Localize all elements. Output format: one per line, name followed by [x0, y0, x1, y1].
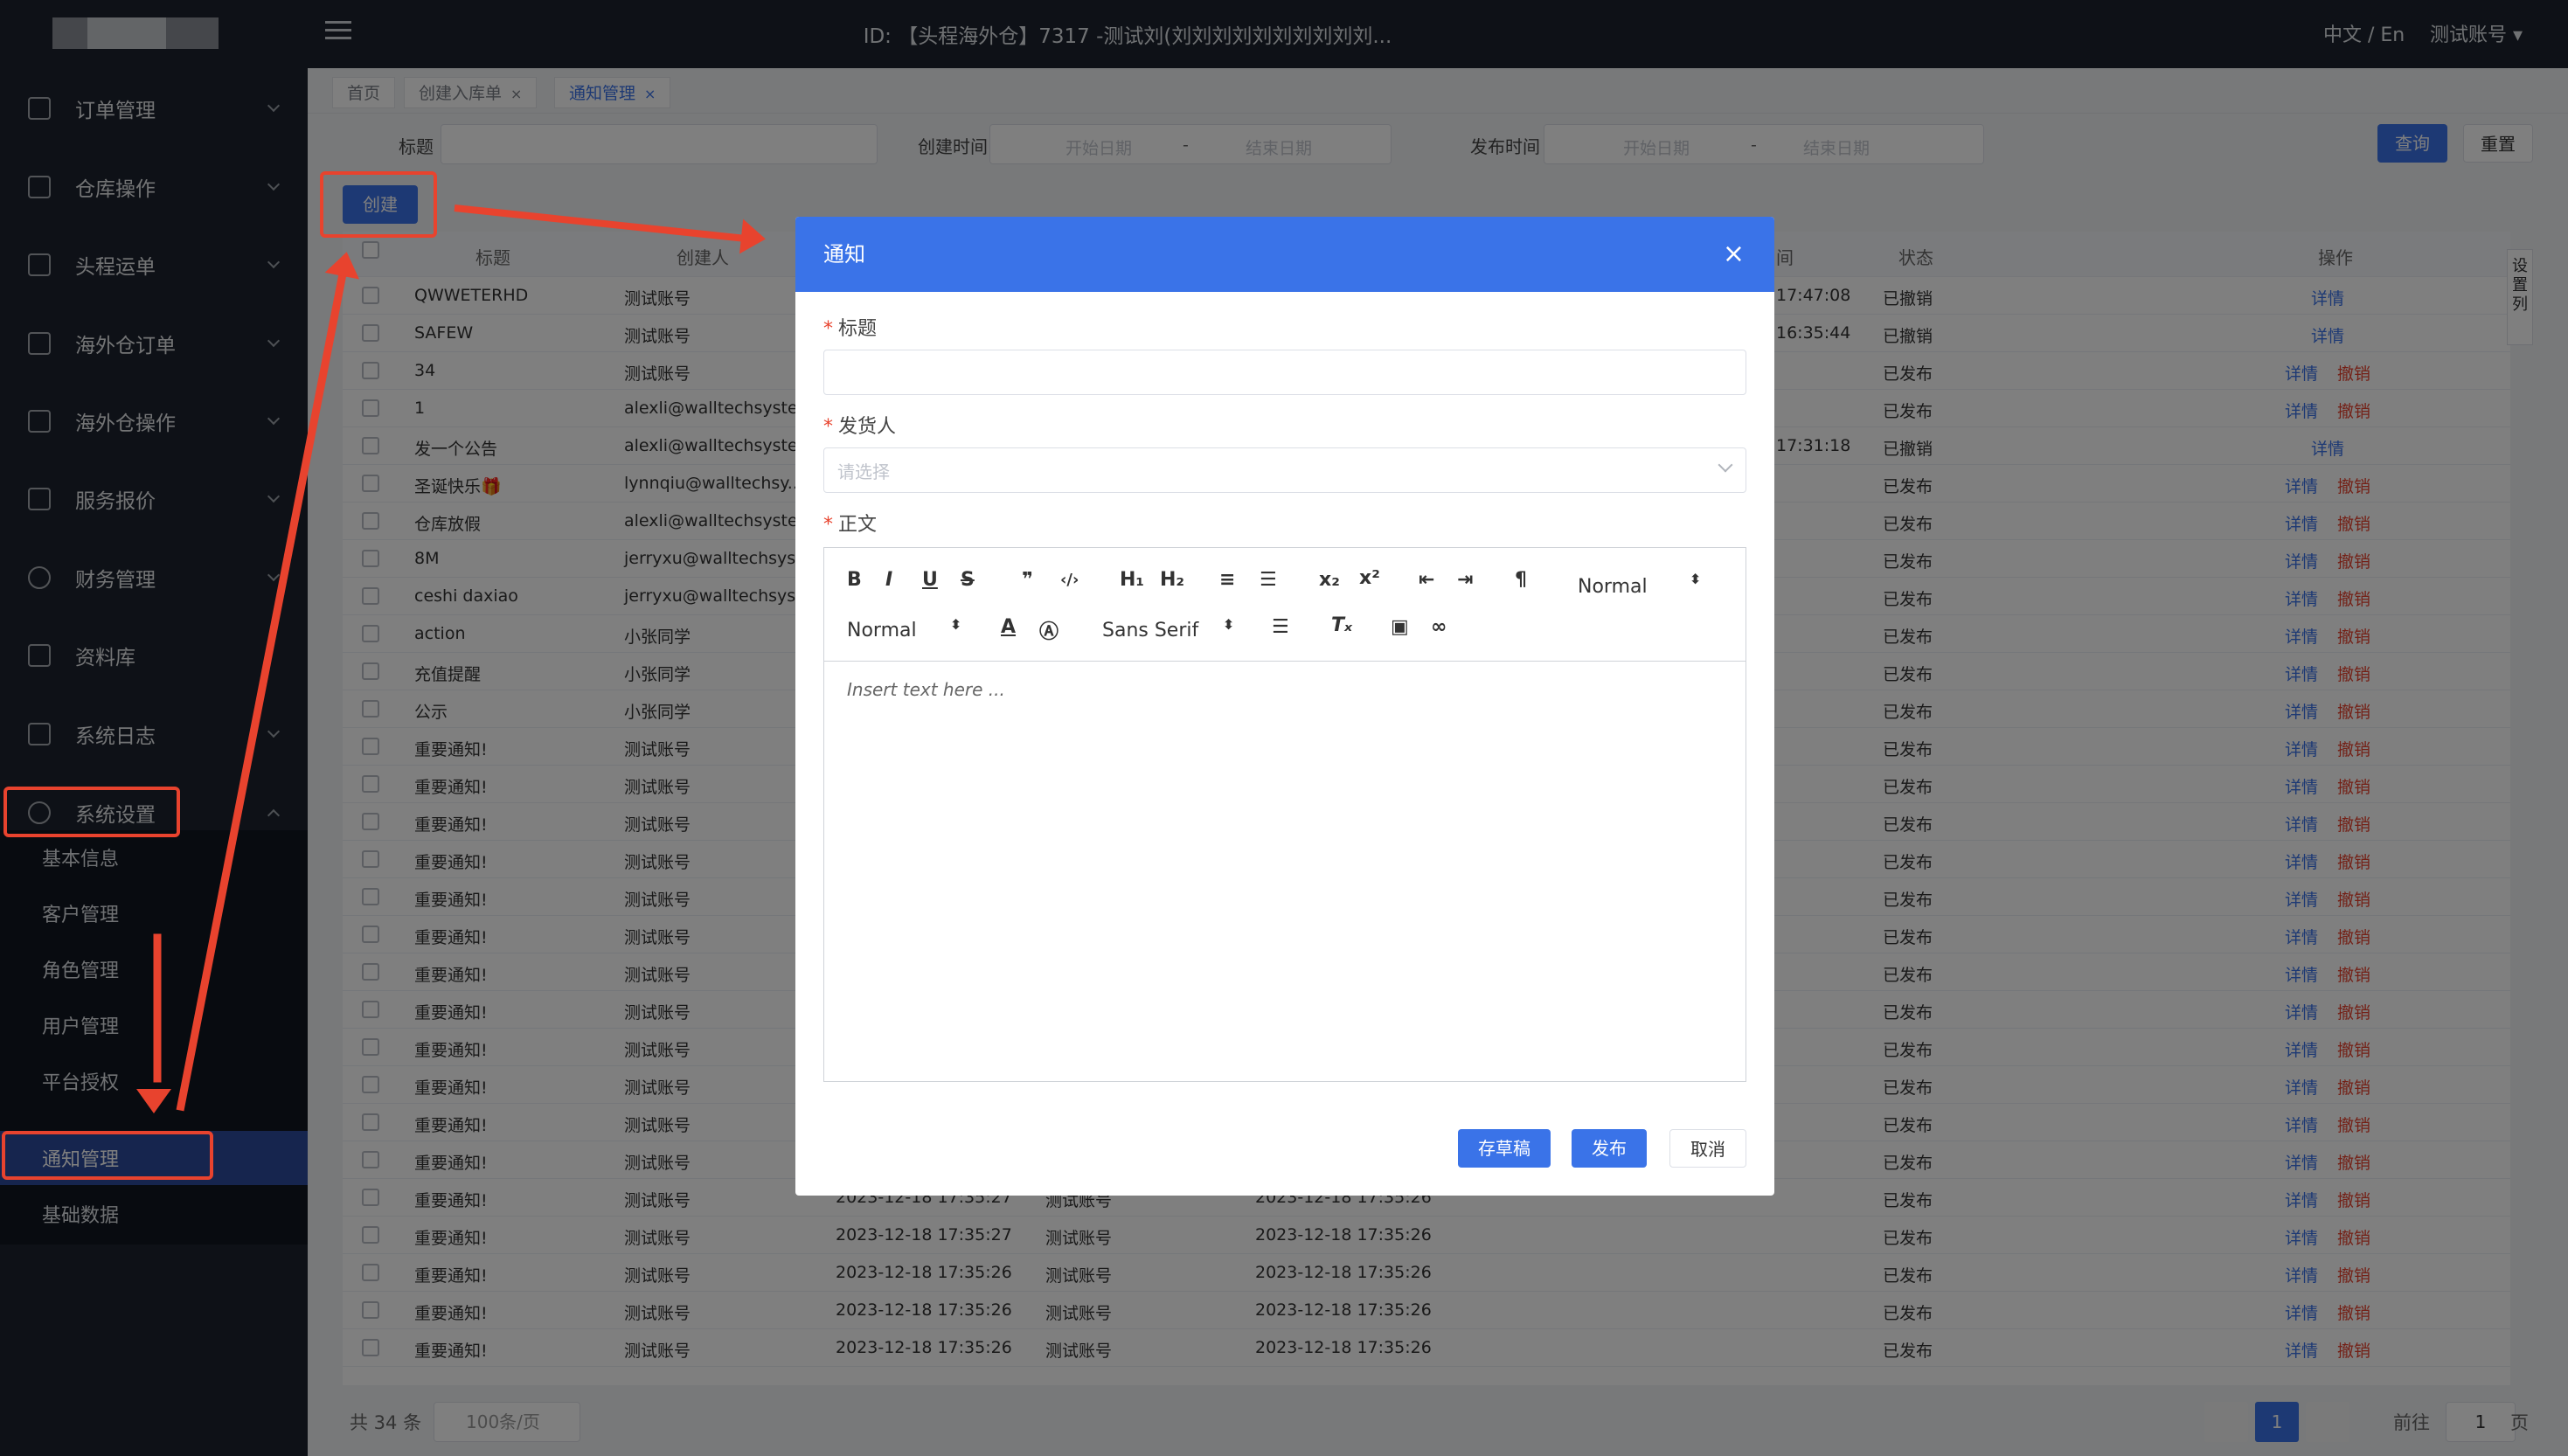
chevron-updown-icon: ⬍	[1223, 616, 1235, 633]
save-draft-button[interactable]: 存草稿	[1458, 1129, 1551, 1168]
font-color-icon[interactable]: A	[1001, 616, 1016, 638]
quote-icon[interactable]: ❞	[1022, 569, 1033, 591]
dialog-title: 通知	[823, 242, 865, 267]
image-icon[interactable]: ▣	[1391, 616, 1409, 638]
clear-format-icon[interactable]: Tₓ	[1331, 614, 1352, 636]
settings-highlight-box	[3, 787, 180, 837]
chevron-updown-icon: ⬍	[1690, 571, 1702, 587]
background-color-icon[interactable]: Ⓐ	[1039, 616, 1058, 644]
h1-icon[interactable]: H₁	[1120, 569, 1144, 591]
font-family-select[interactable]: Sans Serif	[1102, 620, 1198, 641]
direction-icon[interactable]: ¶	[1515, 569, 1527, 591]
arrow-down	[153, 933, 162, 1083]
font-size-select[interactable]: Normal	[847, 620, 917, 641]
dialog-header: 通知 ×	[795, 217, 1774, 292]
strike-icon[interactable]: S	[961, 569, 975, 591]
cancel-button[interactable]: 取消	[1669, 1129, 1746, 1168]
outdent-icon[interactable]: ⇤	[1419, 569, 1434, 591]
title-field-label: * 标题	[823, 313, 877, 341]
indent-icon[interactable]: ⇥	[1457, 569, 1473, 591]
sender-placeholder: 请选择	[837, 461, 890, 482]
sender-select[interactable]	[823, 447, 1746, 493]
bold-icon[interactable]: B	[847, 569, 862, 591]
underline-icon[interactable]: U	[922, 569, 938, 591]
body-field-label: * 正文	[823, 509, 877, 537]
label-text: 发货人	[838, 416, 897, 438]
label-text: 正文	[838, 514, 878, 536]
required-mark: *	[823, 416, 833, 438]
superscript-icon[interactable]: x²	[1359, 567, 1380, 589]
code-icon[interactable]: ‹/›	[1060, 571, 1079, 589]
sender-field-label: * 发货人	[823, 411, 896, 439]
editor-toolbar: B I U S ❞ ‹/› H₁ H₂ ≡ ☰ x₂ x² ⇤ ⇥ ¶ Norm…	[824, 548, 1746, 662]
chevron-updown-icon: ⬍	[950, 616, 962, 633]
create-highlight-box	[320, 171, 437, 238]
italic-icon[interactable]: I	[885, 569, 892, 591]
arrow-head	[136, 1089, 171, 1113]
title-input[interactable]	[823, 350, 1746, 395]
rich-text-editor: B I U S ❞ ‹/› H₁ H₂ ≡ ☰ x₂ x² ⇤ ⇥ ¶ Norm…	[823, 547, 1746, 1082]
close-icon[interactable]: ×	[1723, 217, 1745, 292]
subscript-icon[interactable]: x₂	[1319, 569, 1340, 591]
notification-dialog: 通知 × * 标题 * 发货人 请选择 * 正文 B I U S ❞ ‹/› H₁ H…	[795, 217, 1774, 1196]
link-icon[interactable]: ∞	[1431, 616, 1447, 638]
align-icon[interactable]: ☰	[1272, 616, 1289, 638]
required-mark: *	[823, 514, 833, 536]
label-text: 标题	[838, 318, 878, 340]
required-mark: *	[823, 318, 833, 340]
arrow-head	[739, 218, 768, 257]
publish-button[interactable]: 发布	[1572, 1129, 1647, 1168]
h2-icon[interactable]: H₂	[1160, 569, 1184, 591]
header-size-select[interactable]: Normal	[1578, 576, 1648, 598]
editor-placeholder[interactable]: Insert text here ...	[847, 679, 1005, 700]
notifications-highlight-box	[2, 1131, 213, 1180]
ordered-list-icon[interactable]: ≡	[1219, 569, 1235, 591]
bullet-list-icon[interactable]: ☰	[1260, 569, 1277, 591]
